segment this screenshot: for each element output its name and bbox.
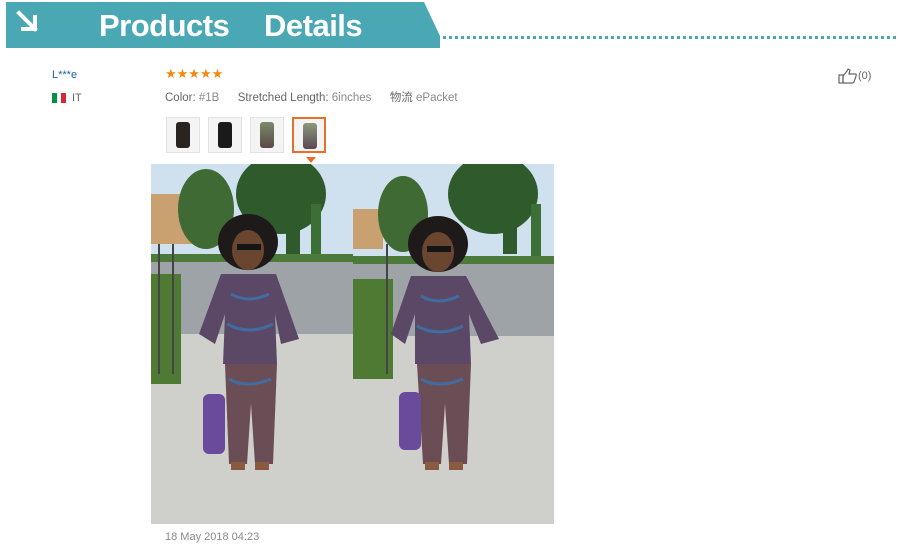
review-photo-1[interactable] <box>151 164 353 524</box>
length-value: 6inches <box>331 92 372 104</box>
arrow-down-right-icon <box>16 10 38 32</box>
length-label: Stretched Length: <box>237 92 329 104</box>
thumbnail-2[interactable] <box>208 117 242 153</box>
thumbnail-4-selected[interactable] <box>292 117 326 153</box>
review-thumbnails <box>166 117 334 153</box>
thumbnail-1[interactable] <box>166 117 200 153</box>
helpful-button[interactable]: (0) <box>838 68 871 84</box>
reviewer-country: IT <box>72 92 82 104</box>
header-divider <box>430 36 896 39</box>
color-value: #1B <box>198 92 220 104</box>
rating-stars: ★★★★★ <box>165 66 224 81</box>
country-flag-icon <box>52 93 67 103</box>
header-title-products: Products <box>99 8 230 43</box>
color-label: Color: <box>165 92 196 104</box>
shipping-label: 物流 <box>389 92 413 104</box>
header-title-details: Details <box>264 8 363 43</box>
review-photo-2[interactable] <box>353 164 554 524</box>
selected-thumbnail-caret <box>306 157 316 163</box>
thumbs-up-icon <box>838 68 857 84</box>
shipping-value: ePacket <box>416 92 458 104</box>
review-date: 18 May 2018 04:23 <box>165 531 260 543</box>
reviewer-name[interactable]: L***e <box>52 69 77 81</box>
thumbnail-3[interactable] <box>250 117 284 153</box>
helpful-count: (0) <box>858 70 872 82</box>
review-attributes: Color: #1B Stretched Length: 6inches 物流 … <box>165 89 458 105</box>
